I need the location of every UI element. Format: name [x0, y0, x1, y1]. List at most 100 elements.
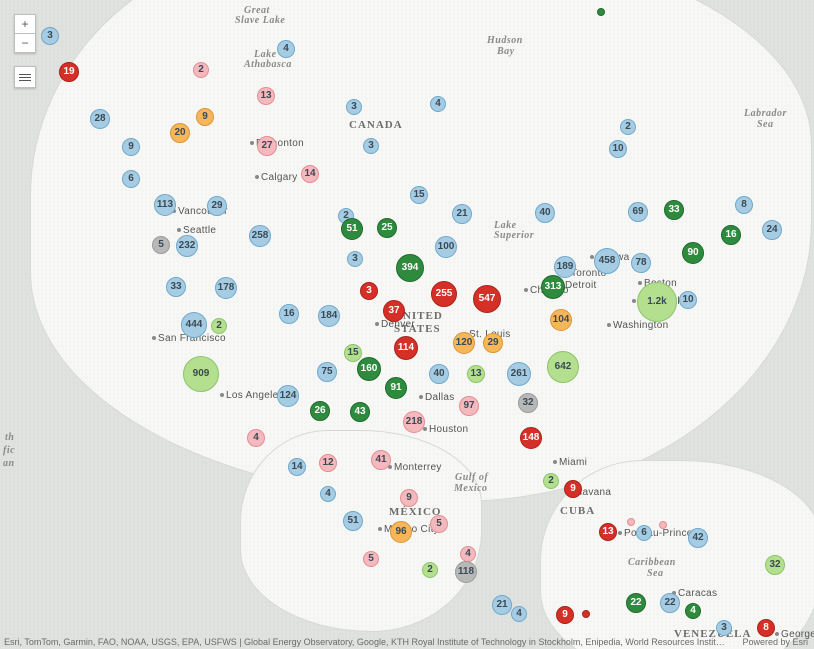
cluster-marker[interactable]: 25: [377, 218, 397, 238]
cluster-marker[interactable]: 3: [347, 251, 363, 267]
cluster-marker[interactable]: 33: [664, 200, 684, 220]
cluster-marker[interactable]: 458: [594, 248, 620, 274]
cluster-marker[interactable]: 32: [765, 555, 785, 575]
cluster-marker[interactable]: 40: [535, 203, 555, 223]
cluster-marker[interactable]: 4: [277, 40, 295, 58]
cluster-marker[interactable]: 15: [344, 344, 362, 362]
cluster-marker[interactable]: 2: [543, 473, 559, 489]
zoom-in-button[interactable]: +: [15, 15, 35, 33]
cluster-marker[interactable]: 2: [620, 119, 636, 135]
cluster-marker[interactable]: 21: [452, 204, 472, 224]
cluster-marker[interactable]: 37: [383, 300, 405, 322]
cluster-marker[interactable]: 114: [394, 336, 418, 360]
powered-by-link[interactable]: Powered by Esri: [742, 637, 808, 647]
cluster-marker[interactable]: 6: [636, 525, 652, 541]
cluster-marker[interactable]: 394: [396, 254, 424, 282]
cluster-marker[interactable]: 21: [492, 595, 512, 615]
cluster-marker[interactable]: 100: [435, 236, 457, 258]
cluster-marker[interactable]: 40: [429, 364, 449, 384]
cluster-marker[interactable]: 9: [122, 138, 140, 156]
cluster-marker[interactable]: 4: [430, 96, 446, 112]
cluster-marker[interactable]: 29: [207, 196, 227, 216]
cluster-marker[interactable]: 444: [181, 312, 207, 338]
cluster-marker[interactable]: 42: [688, 528, 708, 548]
cluster-marker[interactable]: 51: [341, 218, 363, 240]
cluster-marker[interactable]: 51: [343, 511, 363, 531]
cluster-marker[interactable]: [582, 610, 590, 618]
cluster-marker[interactable]: 3: [363, 138, 379, 154]
cluster-marker[interactable]: 33: [166, 277, 186, 297]
cluster-marker[interactable]: 3: [346, 99, 362, 115]
cluster-marker[interactable]: 43: [350, 402, 370, 422]
cluster-marker[interactable]: 3: [360, 282, 378, 300]
cluster-marker[interactable]: 909: [183, 356, 219, 392]
cluster-marker[interactable]: 19: [59, 62, 79, 82]
cluster-marker[interactable]: [627, 518, 635, 526]
cluster-marker[interactable]: 78: [631, 253, 651, 273]
cluster-marker[interactable]: 9: [196, 108, 214, 126]
cluster-marker[interactable]: 118: [455, 561, 477, 583]
cluster-marker[interactable]: 8: [735, 196, 753, 214]
cluster-marker[interactable]: 28: [90, 109, 110, 129]
cluster-marker[interactable]: 6: [122, 170, 140, 188]
cluster-marker[interactable]: 124: [277, 385, 299, 407]
cluster-marker[interactable]: [659, 521, 667, 529]
cluster-marker[interactable]: 13: [599, 523, 617, 541]
cluster-marker[interactable]: 104: [550, 309, 572, 331]
cluster-marker[interactable]: 22: [660, 593, 680, 613]
cluster-marker[interactable]: 9: [400, 489, 418, 507]
cluster-marker[interactable]: 261: [507, 362, 531, 386]
cluster-marker[interactable]: 5: [152, 236, 170, 254]
cluster-marker[interactable]: 160: [357, 357, 381, 381]
cluster-marker[interactable]: 178: [215, 277, 237, 299]
cluster-marker[interactable]: 9: [556, 606, 574, 624]
cluster-marker[interactable]: 14: [301, 165, 319, 183]
cluster-marker[interactable]: 12: [319, 454, 337, 472]
cluster-marker[interactable]: [597, 8, 605, 16]
cluster-marker[interactable]: 5: [363, 551, 379, 567]
cluster-marker[interactable]: 2: [422, 562, 438, 578]
cluster-marker[interactable]: 218: [403, 411, 425, 433]
cluster-marker[interactable]: 255: [431, 281, 457, 307]
cluster-marker[interactable]: 10: [679, 291, 697, 309]
cluster-marker[interactable]: 91: [385, 377, 407, 399]
cluster-marker[interactable]: 13: [257, 87, 275, 105]
legend-toggle-button[interactable]: [14, 66, 36, 88]
cluster-marker[interactable]: 4: [460, 546, 476, 562]
cluster-marker[interactable]: 13: [467, 365, 485, 383]
map-viewport[interactable]: + − CANADAUNITEDSTATESMÉXICOCUBAVENEZUEL…: [0, 0, 814, 649]
cluster-marker[interactable]: 32: [518, 393, 538, 413]
cluster-marker[interactable]: 22: [626, 593, 646, 613]
cluster-marker[interactable]: 16: [721, 225, 741, 245]
cluster-marker[interactable]: 29: [483, 333, 503, 353]
cluster-marker[interactable]: 24: [762, 220, 782, 240]
cluster-marker[interactable]: 3: [41, 27, 59, 45]
cluster-marker[interactable]: 5: [430, 515, 448, 533]
cluster-marker[interactable]: 547: [473, 285, 501, 313]
cluster-marker[interactable]: 4: [320, 486, 336, 502]
cluster-marker[interactable]: 4: [685, 603, 701, 619]
cluster-marker[interactable]: 2: [193, 62, 209, 78]
cluster-marker[interactable]: 15: [410, 186, 428, 204]
cluster-marker[interactable]: 69: [628, 202, 648, 222]
cluster-marker[interactable]: 642: [547, 351, 579, 383]
zoom-out-button[interactable]: −: [15, 33, 35, 52]
cluster-marker[interactable]: 14: [288, 458, 306, 476]
cluster-marker[interactable]: 148: [520, 427, 542, 449]
cluster-marker[interactable]: 20: [170, 123, 190, 143]
cluster-marker[interactable]: 258: [249, 225, 271, 247]
cluster-marker[interactable]: 96: [390, 521, 412, 543]
cluster-marker[interactable]: 232: [176, 235, 198, 257]
cluster-marker[interactable]: 90: [682, 242, 704, 264]
cluster-marker[interactable]: 75: [317, 362, 337, 382]
cluster-marker[interactable]: 16: [279, 304, 299, 324]
cluster-marker[interactable]: 313: [541, 275, 565, 299]
cluster-marker[interactable]: 10: [609, 140, 627, 158]
cluster-marker[interactable]: 1.2k: [637, 282, 677, 322]
cluster-marker[interactable]: 8: [757, 619, 775, 637]
cluster-marker[interactable]: 27: [257, 136, 277, 156]
cluster-marker[interactable]: 4: [247, 429, 265, 447]
cluster-marker[interactable]: 189: [554, 256, 576, 278]
cluster-marker[interactable]: 2: [211, 318, 227, 334]
cluster-marker[interactable]: 113: [154, 194, 176, 216]
